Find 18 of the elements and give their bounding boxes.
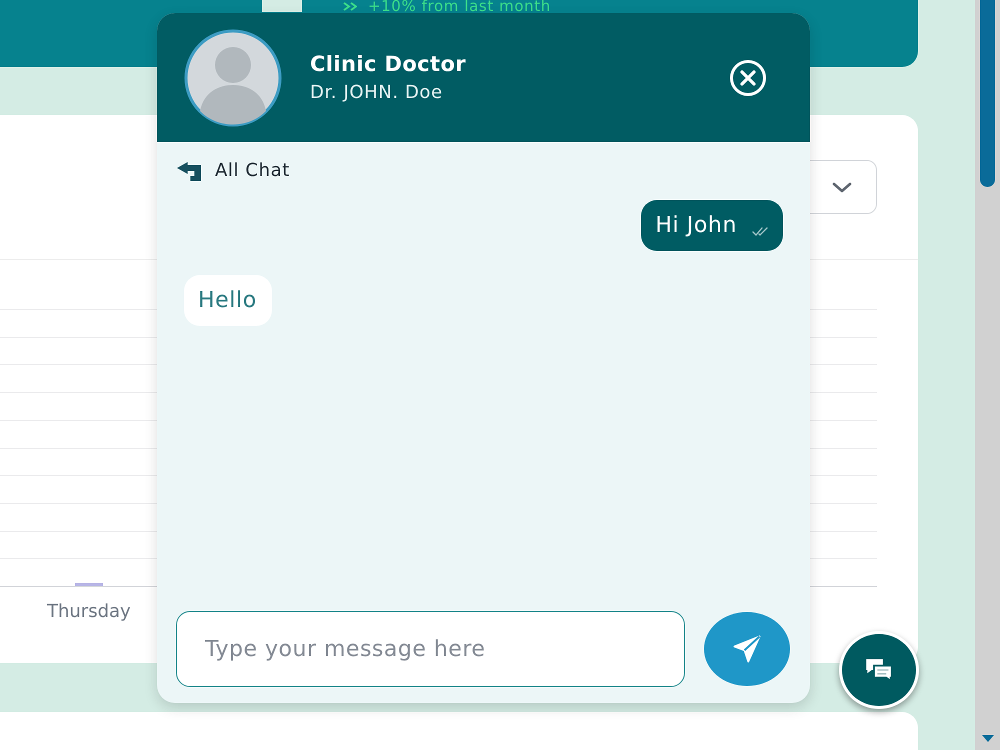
paper-plane-icon	[732, 634, 762, 664]
scrollbar-track[interactable]	[975, 0, 1000, 750]
axis-label: Thursday	[47, 601, 131, 623]
scroll-down-arrow-icon[interactable]	[982, 735, 994, 742]
tile-icon	[262, 0, 302, 12]
avatar-icon	[184, 28, 282, 126]
chevron-down-icon	[832, 182, 852, 192]
return-arrow-icon	[177, 162, 201, 180]
chat-subtitle: Dr. JOHN. Doe	[310, 82, 443, 104]
all-chat-link[interactable]: All Chat	[177, 161, 290, 181]
message-text: Hi John	[655, 212, 737, 238]
message-input[interactable]: Type your message here	[176, 611, 686, 687]
scrollbar-thumb[interactable]	[980, 0, 995, 187]
chat-button[interactable]	[839, 631, 919, 709]
chat-title: Clinic Doctor	[310, 52, 466, 76]
message-text: Hello	[198, 288, 257, 314]
double-chevron-icon	[343, 2, 357, 10]
close-icon[interactable]	[729, 58, 767, 96]
